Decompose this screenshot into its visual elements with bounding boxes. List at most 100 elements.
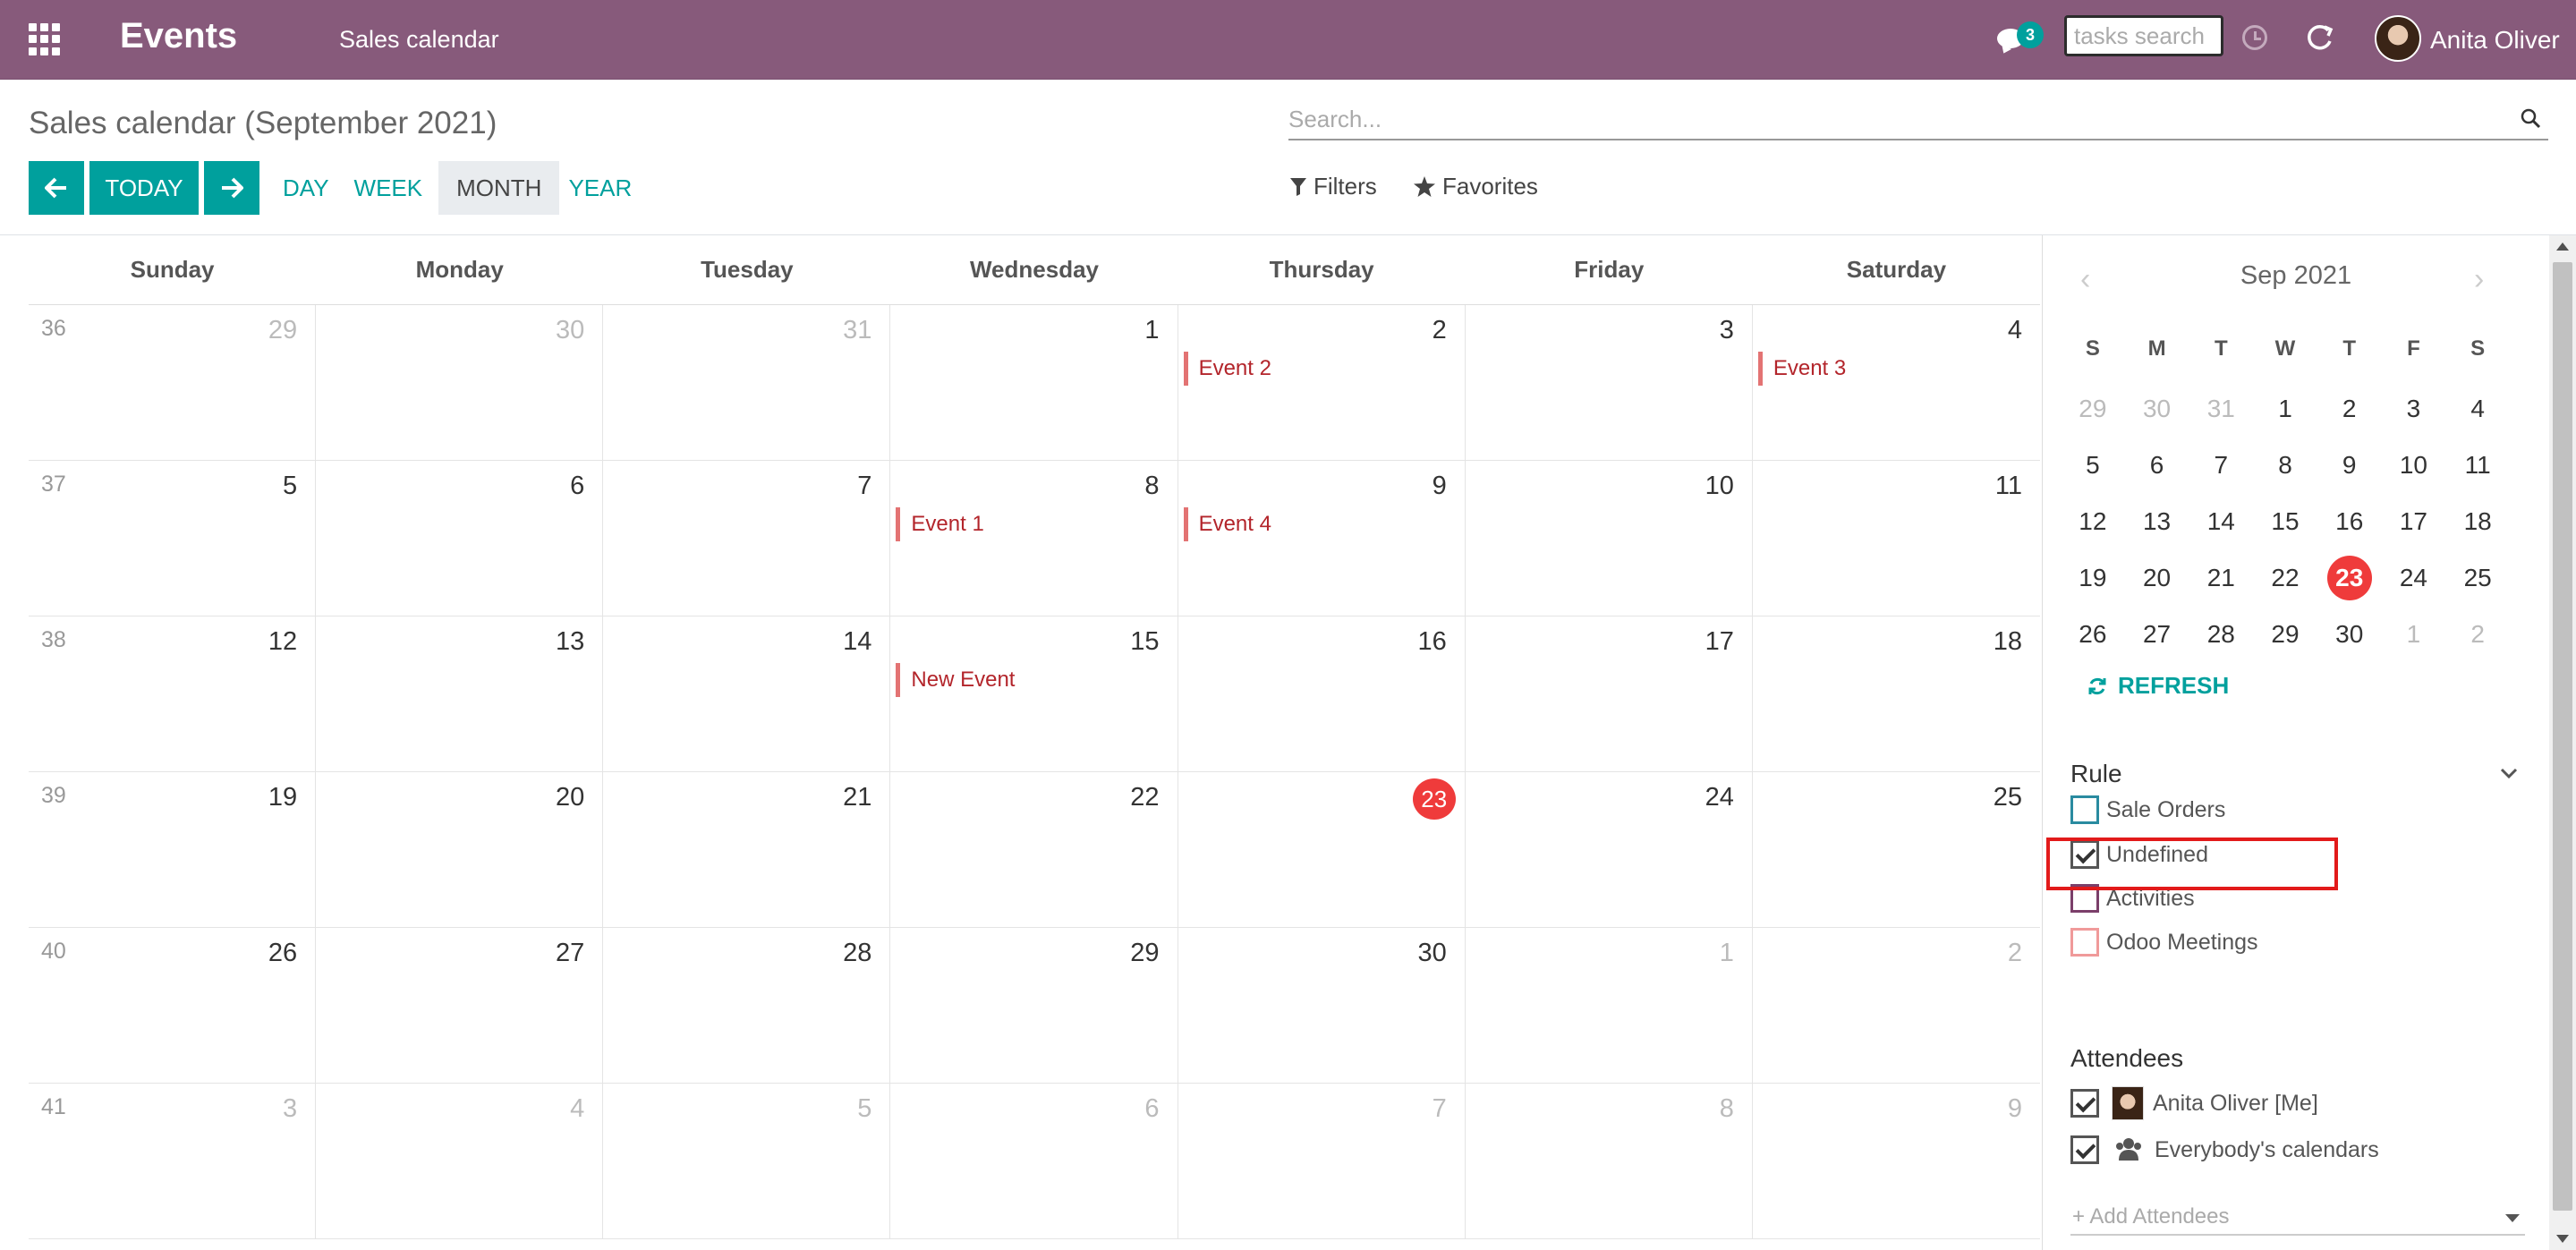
attendee-checkbox[interactable]: [2070, 1135, 2099, 1164]
mini-day[interactable]: 2: [2317, 395, 2382, 423]
day-cell[interactable]: 25: [1753, 772, 2040, 927]
clock-icon[interactable]: [2242, 25, 2267, 50]
mini-day[interactable]: 25: [2445, 564, 2510, 592]
mini-day[interactable]: 31: [2189, 395, 2253, 423]
day-cell[interactable]: 11: [1753, 461, 2040, 616]
attendee-everybody[interactable]: Everybody's calendars: [2070, 1132, 2379, 1168]
day-cell[interactable]: 30: [316, 305, 604, 460]
mini-day[interactable]: 14: [2189, 507, 2253, 536]
mini-day[interactable]: 1: [2382, 620, 2446, 649]
scroll-up-icon[interactable]: [2556, 242, 2569, 251]
day-cell[interactable]: 7: [603, 461, 891, 616]
day-cell[interactable]: 19: [29, 772, 317, 927]
search-input[interactable]: [1288, 99, 2487, 139]
mini-day[interactable]: 9: [2317, 451, 2382, 480]
today-button[interactable]: TODAY: [89, 161, 199, 215]
day-cell[interactable]: 4 Event 3: [1753, 305, 2040, 460]
day-cell[interactable]: 15 New Event: [890, 616, 1178, 771]
day-cell[interactable]: 14: [603, 616, 891, 771]
activity-sync-icon[interactable]: [2301, 20, 2337, 55]
scroll-down-icon[interactable]: [2556, 1235, 2569, 1243]
tab-year[interactable]: YEAR: [559, 161, 641, 215]
sidebar-scrollbar[interactable]: [2549, 235, 2576, 1250]
day-cell[interactable]: 30: [1178, 928, 1466, 1083]
mini-day[interactable]: 30: [2317, 620, 2382, 649]
refresh-button[interactable]: REFRESH: [2087, 672, 2229, 700]
mini-day[interactable]: 3: [2382, 395, 2446, 423]
day-cell[interactable]: 23: [1178, 772, 1466, 927]
day-cell[interactable]: 10: [1466, 461, 1753, 616]
search-icon[interactable]: [2520, 107, 2541, 129]
mini-day[interactable]: 27: [2125, 620, 2189, 649]
rule-checkbox[interactable]: [2070, 795, 2099, 824]
day-cell[interactable]: 29: [29, 305, 317, 460]
filters-button[interactable]: Filters: [1290, 173, 1377, 200]
mini-day[interactable]: 22: [2253, 564, 2317, 592]
mini-day[interactable]: 10: [2382, 451, 2446, 480]
day-cell[interactable]: 9: [1753, 1084, 2040, 1238]
tab-week[interactable]: WEEK: [345, 161, 432, 215]
mini-today[interactable]: 23: [2317, 555, 2382, 600]
mini-day[interactable]: 24: [2382, 564, 2446, 592]
mini-day[interactable]: 5: [2061, 451, 2125, 480]
mini-day[interactable]: 1: [2253, 395, 2317, 423]
rule-filter-item[interactable]: Sale Orders: [2070, 794, 2225, 826]
day-cell[interactable]: 31: [603, 305, 891, 460]
day-cell[interactable]: 26: [29, 928, 317, 1083]
next-button[interactable]: [204, 161, 259, 215]
mini-day[interactable]: 12: [2061, 507, 2125, 536]
day-cell[interactable]: 21: [603, 772, 891, 927]
day-cell[interactable]: 8 Event 1: [890, 461, 1178, 616]
mini-day[interactable]: 21: [2189, 564, 2253, 592]
scroll-thumb[interactable]: [2553, 262, 2572, 1211]
day-cell[interactable]: 28: [603, 928, 891, 1083]
day-cell[interactable]: 20: [316, 772, 604, 927]
day-cell[interactable]: 12: [29, 616, 317, 771]
calendar-event[interactable]: Event 3: [1757, 352, 1846, 386]
day-cell[interactable]: 5: [29, 461, 317, 616]
day-cell[interactable]: 4: [316, 1084, 604, 1238]
mini-day[interactable]: 13: [2125, 507, 2189, 536]
favorites-button[interactable]: Favorites: [1414, 173, 1538, 200]
day-cell[interactable]: 27: [316, 928, 604, 1083]
day-cell[interactable]: 2: [1753, 928, 2040, 1083]
day-cell[interactable]: 13: [316, 616, 604, 771]
mini-day[interactable]: 30: [2125, 395, 2189, 423]
day-cell[interactable]: 1: [1466, 928, 1753, 1083]
mini-day[interactable]: 2: [2445, 620, 2510, 649]
user-avatar[interactable]: [2375, 15, 2421, 62]
day-cell[interactable]: 3: [1466, 305, 1753, 460]
tab-month[interactable]: MONTH: [438, 161, 560, 215]
day-cell[interactable]: 18: [1753, 616, 2040, 771]
chevron-down-icon[interactable]: [2499, 763, 2519, 783]
tasks-search-input[interactable]: [2064, 15, 2223, 56]
day-cell[interactable]: 6: [890, 1084, 1178, 1238]
add-attendees-input[interactable]: + Add Attendees: [2070, 1198, 2525, 1236]
mini-day[interactable]: 28: [2189, 620, 2253, 649]
chevron-right-icon[interactable]: ›: [2474, 262, 2484, 297]
apps-menu-icon[interactable]: [29, 23, 61, 55]
day-cell[interactable]: 3: [29, 1084, 317, 1238]
mini-day[interactable]: 29: [2061, 395, 2125, 423]
mini-day[interactable]: 16: [2317, 507, 2382, 536]
mini-day[interactable]: 17: [2382, 507, 2446, 536]
day-cell[interactable]: 1: [890, 305, 1178, 460]
mini-day[interactable]: 11: [2445, 451, 2510, 480]
day-cell[interactable]: 9 Event 4: [1178, 461, 1466, 616]
calendar-event[interactable]: New Event: [896, 663, 1015, 697]
attendee-checkbox[interactable]: [2070, 1089, 2099, 1118]
day-cell[interactable]: 24: [1466, 772, 1753, 927]
mini-day[interactable]: 20: [2125, 564, 2189, 592]
mini-day[interactable]: 26: [2061, 620, 2125, 649]
mini-day[interactable]: 7: [2189, 451, 2253, 480]
app-name[interactable]: Events: [120, 16, 237, 56]
previous-button[interactable]: [29, 161, 84, 215]
day-cell[interactable]: 5: [603, 1084, 891, 1238]
mini-day[interactable]: 15: [2253, 507, 2317, 536]
day-cell[interactable]: 2 Event 2: [1178, 305, 1466, 460]
menu-sales-calendar[interactable]: Sales calendar: [339, 26, 499, 54]
day-cell[interactable]: 17: [1466, 616, 1753, 771]
attendee-me[interactable]: Anita Oliver [Me]: [2070, 1085, 2318, 1121]
day-cell[interactable]: 6: [316, 461, 604, 616]
mini-day[interactable]: 19: [2061, 564, 2125, 592]
